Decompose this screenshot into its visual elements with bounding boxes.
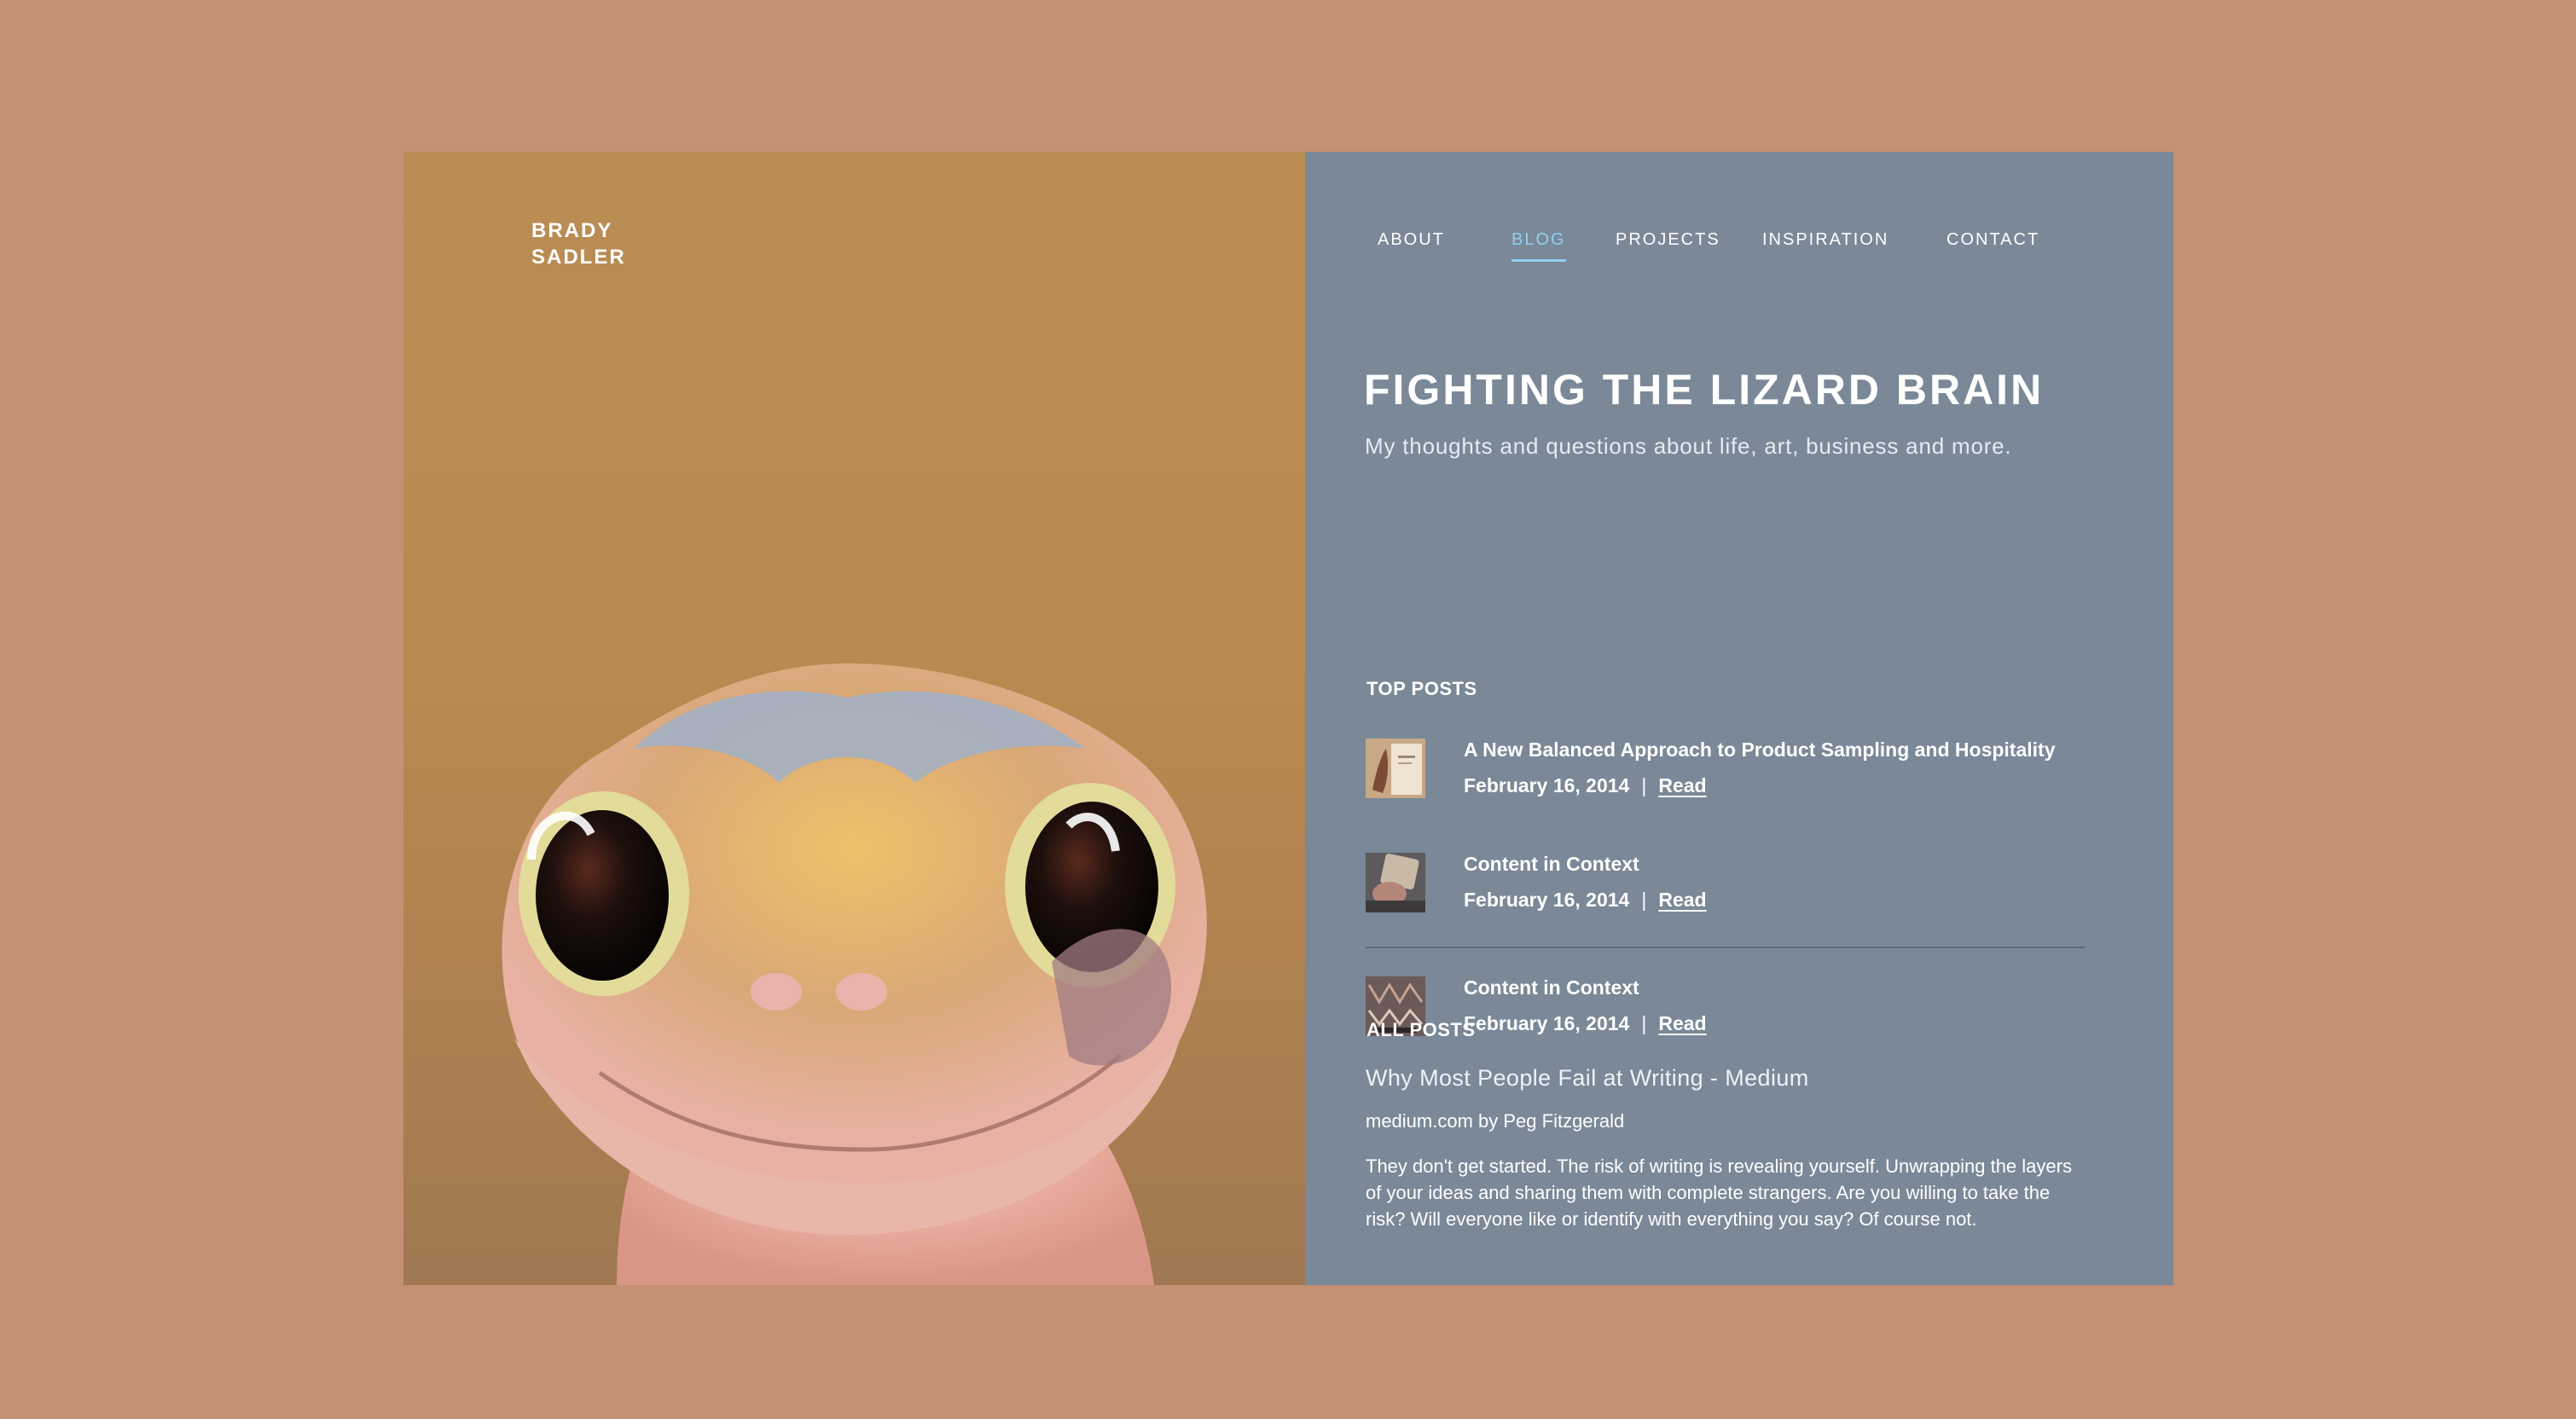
read-link[interactable]: Read [1658, 774, 1706, 796]
page-frame: BRADY SADLER ABOUT BLOG PROJECTS INSPIRA… [403, 152, 2173, 1285]
blog-content-panel: ABOUT BLOG PROJECTS INSPIRATION CONTACT … [1305, 152, 2173, 1285]
post-title[interactable]: Content in Context [1464, 976, 1639, 999]
read-link[interactable]: Read [1658, 1012, 1706, 1034]
post-title[interactable]: A New Balanced Approach to Product Sampl… [1464, 738, 2056, 762]
brand-logo[interactable]: BRADY SADLER [531, 217, 626, 270]
post-meta: February 16, 2014 | Read [1464, 774, 1707, 797]
post-date: February 16, 2014 [1464, 1012, 1630, 1034]
read-link[interactable]: Read [1658, 889, 1706, 911]
post-title[interactable]: Content in Context [1464, 853, 1639, 876]
post-date: February 16, 2014 [1464, 889, 1630, 911]
meta-separator: | [1641, 1012, 1647, 1034]
brand-line-2: SADLER [531, 246, 626, 269]
post-meta: February 16, 2014 | Read [1464, 1012, 1707, 1035]
article-excerpt: They don't get started. The risk of writ… [1366, 1155, 2072, 1230]
post-meta: February 16, 2014 | Read [1464, 889, 1707, 912]
main-nav: ABOUT BLOG PROJECTS INSPIRATION CONTACT [1305, 230, 2173, 262]
post-thumbnail[interactable] [1366, 853, 1425, 912]
all-posts-heading: ALL POSTS [1366, 1019, 1476, 1040]
nav-item-inspiration[interactable]: INSPIRATION [1762, 230, 1888, 250]
top-posts-heading: TOP POSTS [1366, 678, 1477, 699]
gecko-photo [403, 663, 1305, 1285]
meta-separator: | [1641, 889, 1647, 911]
post-thumbnail[interactable] [1366, 738, 1425, 798]
article-source: medium.com by Peg Fitzgerald [1366, 1110, 1625, 1132]
article-title[interactable]: Why Most People Fail at Writing - Medium [1366, 1065, 1809, 1092]
top-post-item: Content in Context February 16, 2014 | Rea… [1366, 853, 2116, 921]
top-post-item: Content in Context February 16, 2014 | Rea… [1366, 976, 2116, 1045]
nav-item-projects[interactable]: PROJECTS [1616, 230, 1720, 250]
nav-item-contact[interactable]: CONTACT [1947, 230, 2039, 250]
nav-item-about[interactable]: ABOUT [1378, 230, 1445, 250]
brand-line-1: BRADY [531, 219, 613, 242]
nav-item-blog[interactable]: BLOG [1511, 230, 1566, 262]
hero-image-panel: BRADY SADLER [403, 152, 1305, 1285]
top-post-item: A New Balanced Approach to Product Sampl… [1366, 738, 2116, 807]
post-date: February 16, 2014 [1464, 774, 1630, 796]
page-title: FIGHTING THE LIZARD BRAIN [1364, 366, 2045, 414]
section-divider [1366, 947, 2085, 948]
meta-separator: | [1641, 774, 1647, 796]
page-subtitle: My thoughts and questions about life, ar… [1365, 433, 2012, 459]
